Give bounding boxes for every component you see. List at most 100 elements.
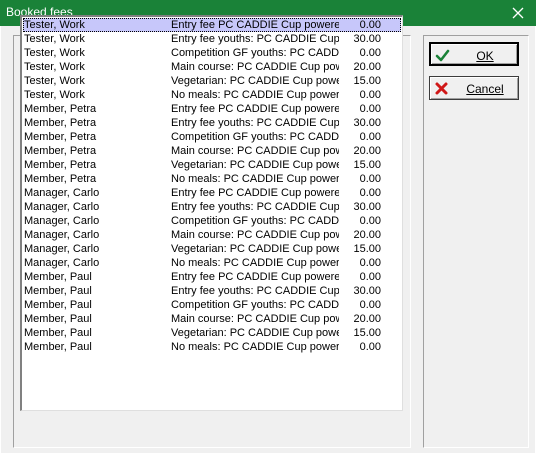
fee-amount: 30.00 xyxy=(353,117,381,129)
close-icon xyxy=(512,7,524,19)
fee-description: Entry fee PC CADDIE Cup powered xyxy=(171,187,339,199)
fee-holder-name: Tester, Work xyxy=(24,19,85,31)
fee-holder-name: Manager, Carlo xyxy=(24,229,100,241)
list-item[interactable]: Tester, Work Entry fee PC CADDIE Cup powe… xyxy=(23,18,401,32)
fee-amount: 0.00 xyxy=(359,257,381,269)
fee-amount: 15.00 xyxy=(353,75,381,87)
fee-amount: 0.00 xyxy=(359,19,381,31)
fee-holder-name: Member, Paul xyxy=(24,299,92,311)
fee-holder-name: Manager, Carlo xyxy=(24,201,100,213)
list-item[interactable]: Tester, Work No meals: PC CADDIE Cup powe… xyxy=(23,88,401,102)
fee-description: Main course: PC CADDIE Cup pow xyxy=(171,145,339,157)
ok-button-label: OK xyxy=(476,49,494,63)
fee-amount: 0.00 xyxy=(359,173,381,185)
list-item[interactable]: Member, Petra No meals: PC CADDIE Cup pow… xyxy=(23,172,401,186)
fee-holder-name: Manager, Carlo xyxy=(24,243,100,255)
fee-description: Entry fee PC CADDIE Cup powered xyxy=(171,271,339,283)
fee-description: Vegetarian: PC CADDIE Cup powe xyxy=(171,243,339,255)
list-item[interactable]: Manager, Carlo No meals: PC CADDIE Cup po… xyxy=(23,256,401,270)
fee-holder-name: Tester, Work xyxy=(24,75,85,87)
checkmark-icon xyxy=(435,49,450,62)
list-item[interactable]: Member, Petra Competition GF youths: PC C… xyxy=(23,130,401,144)
fee-amount: 0.00 xyxy=(359,47,381,59)
fee-description: Entry fee youths: PC CADDIE Cup xyxy=(171,285,339,297)
fee-holder-name: Tester, Work xyxy=(24,89,85,101)
fee-holder-name: Manager, Carlo xyxy=(24,215,100,227)
fee-amount: 15.00 xyxy=(353,327,381,339)
list-item[interactable]: Manager, Carlo Entry fee youths: PC CADDI… xyxy=(23,200,401,214)
list-item[interactable]: Member, Paul Entry fee youths: PC CADDIE … xyxy=(23,284,401,298)
fee-description: Competition GF youths: PC CADDIE xyxy=(171,47,339,59)
fee-description: Vegetarian: PC CADDIE Cup powe xyxy=(171,327,339,339)
fee-amount: 0.00 xyxy=(359,271,381,283)
fee-holder-name: Manager, Carlo xyxy=(24,257,100,269)
list-item[interactable]: Tester, Work Competition GF youths: PC CA… xyxy=(23,46,401,60)
fee-amount: 30.00 xyxy=(353,201,381,213)
fee-holder-name: Member, Petra xyxy=(24,173,97,185)
fee-amount: 15.00 xyxy=(353,243,381,255)
fee-description: Vegetarian: PC CADDIE Cup powe xyxy=(171,159,339,171)
list-item[interactable]: Member, Paul Entry fee PC CADDIE Cup powe… xyxy=(23,270,401,284)
list-item[interactable]: Manager, Carlo Entry fee PC CADDIE Cup po… xyxy=(23,186,401,200)
list-item[interactable]: Tester, Work Vegetarian: PC CADDIE Cup po… xyxy=(23,74,401,88)
fee-amount: 15.00 xyxy=(353,159,381,171)
fee-holder-name: Tester, Work xyxy=(24,47,85,59)
fee-description: Entry fee youths: PC CADDIE Cup xyxy=(171,117,339,129)
fee-amount: 0.00 xyxy=(359,299,381,311)
fee-amount: 30.00 xyxy=(353,285,381,297)
fee-amount: 0.00 xyxy=(359,187,381,199)
fee-description: No meals: PC CADDIE Cup powere xyxy=(171,173,339,185)
fee-holder-name: Member, Petra xyxy=(24,117,97,129)
fee-description: Competition GF youths: PC CADDIE xyxy=(171,299,339,311)
list-item[interactable]: Tester, Work Entry fee youths: PC CADDIE … xyxy=(23,32,401,46)
fee-amount: 20.00 xyxy=(353,313,381,325)
list-item[interactable]: Member, Paul Competition GF youths: PC CA… xyxy=(23,298,401,312)
fee-holder-name: Member, Paul xyxy=(24,271,92,283)
list-item[interactable]: Member, Paul No meals: PC CADDIE Cup powe… xyxy=(23,340,401,354)
list-item[interactable]: Member, Petra Entry fee youths: PC CADDIE… xyxy=(23,116,401,130)
cancel-button[interactable]: Cancel xyxy=(429,76,519,100)
fee-holder-name: Member, Petra xyxy=(24,131,97,143)
fee-holder-name: Member, Paul xyxy=(24,341,92,353)
list-item[interactable]: Member, Petra Vegetarian: PC CADDIE Cup p… xyxy=(23,158,401,172)
fee-amount: 0.00 xyxy=(359,215,381,227)
fee-holder-name: Tester, Work xyxy=(24,61,85,73)
fee-amount: 20.00 xyxy=(353,229,381,241)
fee-holder-name: Member, Petra xyxy=(24,159,97,171)
fee-description: Entry fee youths: PC CADDIE Cup xyxy=(171,33,339,45)
booked-fees-list[interactable]: Tester, Work Entry fee PC CADDIE Cup powe… xyxy=(20,15,403,411)
fee-description: Competition GF youths: PC CADDIE xyxy=(171,215,339,227)
fee-description: Entry fee PC CADDIE Cup powered xyxy=(171,19,339,31)
fee-description: Vegetarian: PC CADDIE Cup powe xyxy=(171,75,339,87)
red-x-icon xyxy=(435,82,448,95)
fee-description: Main course: PC CADDIE Cup pow xyxy=(171,313,339,325)
list-item[interactable]: Manager, Carlo Competition GF youths: PC … xyxy=(23,214,401,228)
fee-holder-name: Member, Paul xyxy=(24,313,92,325)
fee-holder-name: Member, Paul xyxy=(24,285,92,297)
list-item[interactable]: Member, Petra Entry fee PC CADDIE Cup pow… xyxy=(23,102,401,116)
fee-description: No meals: PC CADDIE Cup powere xyxy=(171,341,339,353)
fee-holder-name: Tester, Work xyxy=(24,33,85,45)
fee-holder-name: Member, Paul xyxy=(24,327,92,339)
cancel-button-label: Cancel xyxy=(466,82,504,96)
list-item[interactable]: Tester, Work Main course: PC CADDIE Cup p… xyxy=(23,60,401,74)
fee-amount: 0.00 xyxy=(359,131,381,143)
fee-amount: 20.00 xyxy=(353,145,381,157)
ok-button[interactable]: OK xyxy=(429,42,519,66)
list-item[interactable]: Manager, Carlo Main course: PC CADDIE Cup… xyxy=(23,228,401,242)
fee-description: No meals: PC CADDIE Cup powere xyxy=(171,89,339,101)
list-item[interactable]: Manager, Carlo Vegetarian: PC CADDIE Cup … xyxy=(23,242,401,256)
fee-description: Competition GF youths: PC CADDIE xyxy=(171,131,339,143)
close-button[interactable] xyxy=(500,0,536,26)
fee-description: No meals: PC CADDIE Cup powere xyxy=(171,257,339,269)
fee-holder-name: Member, Petra xyxy=(24,103,97,115)
fee-amount: 20.00 xyxy=(353,61,381,73)
fee-holder-name: Member, Petra xyxy=(24,145,97,157)
fee-description: Entry fee youths: PC CADDIE Cup xyxy=(171,201,339,213)
list-item[interactable]: Member, Paul Vegetarian: PC CADDIE Cup po… xyxy=(23,326,401,340)
fee-description: Entry fee PC CADDIE Cup powered xyxy=(171,103,339,115)
fee-amount: 0.00 xyxy=(359,103,381,115)
fee-holder-name: Manager, Carlo xyxy=(24,187,100,199)
list-item[interactable]: Member, Paul Main course: PC CADDIE Cup p… xyxy=(23,312,401,326)
list-item[interactable]: Member, Petra Main course: PC CADDIE Cup … xyxy=(23,144,401,158)
